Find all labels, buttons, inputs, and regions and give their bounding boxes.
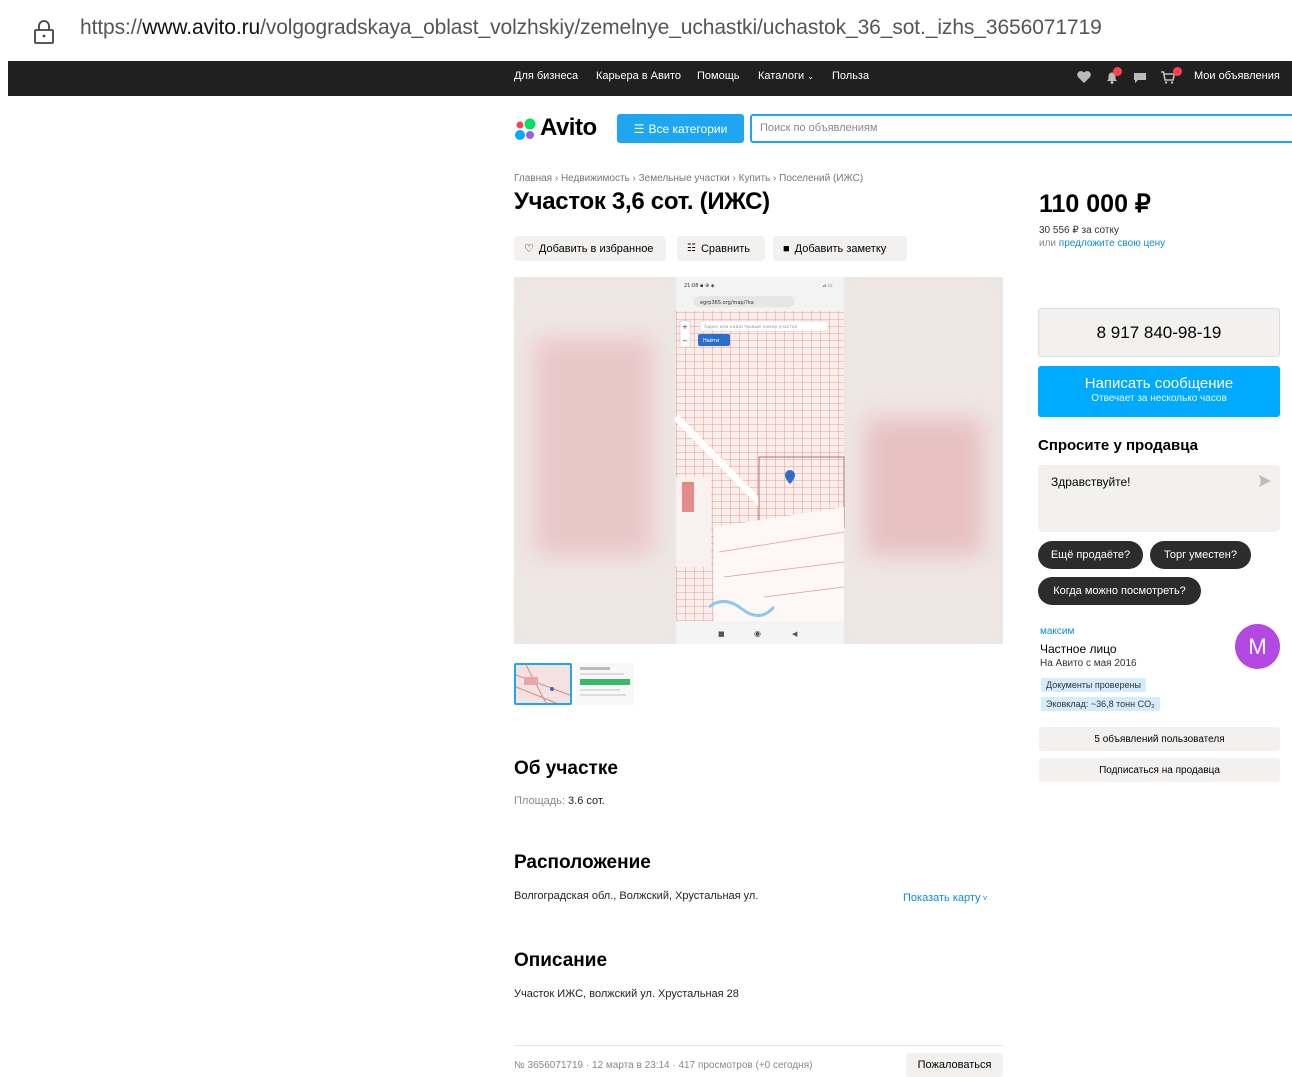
eco-badge: Эковклад: ~36,8 тонн CO₂: [1041, 697, 1160, 711]
nav-catalogs[interactable]: Каталоги ⌄: [758, 70, 814, 82]
subscribe-seller-button[interactable]: Подписаться на продавца: [1039, 758, 1280, 782]
show-map-label: Показать карту: [903, 892, 981, 904]
chevron-down-icon: ˅: [980, 894, 988, 903]
area-value: 3.6 сот.: [568, 795, 605, 807]
map-screenshot-image: 21:08 ▪ ⊕ ◈ ⊿ ▭ egrp365.org/map/?ka Адре…: [514, 277, 1003, 644]
svg-text:egrp365.org/map/?ka: egrp365.org/map/?ka: [700, 300, 754, 306]
notification-badge: [1113, 67, 1122, 76]
add-note-label: Добавить заметку: [794, 242, 887, 255]
svg-text:■: ■: [718, 630, 725, 638]
gallery-thumbnail[interactable]: [514, 663, 572, 705]
add-note-button[interactable]: ■ Добавить заметку: [773, 236, 907, 261]
compare-icon: ☷: [687, 243, 696, 254]
categories-icon: ☰: [633, 121, 645, 136]
url-prefix: https://: [80, 16, 143, 39]
description-title: Описание: [514, 950, 608, 971]
gallery-thumbnail[interactable]: [576, 663, 634, 705]
cart-badge: [1173, 67, 1182, 76]
write-message-label: Написать сообщение: [1084, 375, 1234, 392]
add-favorite-label: Добавить в избранное: [538, 242, 654, 255]
area-row: Площадь: 3.6 сот.: [514, 795, 605, 807]
page-title: Участок 3,6 сот. (ИЖС): [514, 188, 770, 215]
nav-help[interactable]: Помощь: [697, 70, 740, 82]
send-icon[interactable]: [1258, 474, 1272, 488]
search-placeholder: Поиск по объявлениям: [760, 122, 878, 134]
my-ads-link[interactable]: Мои объявления: [1194, 70, 1280, 82]
offer-price-row: или предложите свою цену: [1039, 238, 1165, 249]
breadcrumb[interactable]: Главная › Недвижимость › Земельные участ…: [514, 173, 863, 184]
nav-business[interactable]: Для бизнеса: [514, 70, 578, 82]
add-favorite-button[interactable]: ♡ Добавить в избранное: [514, 236, 666, 261]
svg-text:◀: ◀: [792, 630, 798, 638]
url-path: /volgogradskaya_oblast_volzhskiy/zemelny…: [260, 16, 1102, 39]
offer-price-link[interactable]: предложите свою цену: [1059, 238, 1165, 249]
address-url[interactable]: https://www.avito.ru/volgogradskaya_obla…: [80, 16, 1102, 40]
document-thumbnail-image: [576, 663, 634, 705]
divider: [514, 1045, 1003, 1046]
docs-verified-badge: Документы проверены: [1041, 678, 1146, 692]
quick-question-bargain[interactable]: Торг уместен?: [1150, 541, 1251, 569]
chevron-down-icon: ⌄: [807, 72, 814, 81]
svg-text:+: +: [682, 323, 688, 331]
svg-text:◉: ◉: [754, 629, 761, 638]
avatar[interactable]: М: [1235, 624, 1280, 669]
heart-icon[interactable]: [1076, 69, 1092, 85]
location-title: Расположение: [514, 852, 651, 873]
seller-since: На Авито с мая 2016: [1040, 658, 1137, 669]
user-ads-button[interactable]: 5 объявлений пользователя: [1039, 727, 1280, 751]
lock-icon[interactable]: [32, 19, 56, 45]
area-label: Площадь:: [514, 795, 565, 807]
phone-button[interactable]: 8 917 840-98-19: [1038, 308, 1280, 357]
price: 110 000 ₽: [1039, 190, 1151, 218]
map-find-button: Найти: [703, 337, 719, 344]
about-title: Об участке: [514, 758, 618, 779]
nav-benefit[interactable]: Польза: [832, 70, 869, 82]
heart-outline-icon: ♡: [524, 243, 534, 255]
quick-question-viewing[interactable]: Когда можно посмотреть?: [1038, 577, 1201, 605]
location-address: Волгоградская обл., Волжский, Хрустальна…: [514, 890, 759, 902]
map-search-hint: Адрес или кадастровый номер участка: [704, 323, 798, 330]
svg-text:21:08 ▪ ⊕ ◈: 21:08 ▪ ⊕ ◈: [684, 283, 715, 289]
quick-question-still-selling[interactable]: Ещё продаёте?: [1038, 541, 1143, 569]
all-categories-button[interactable]: ☰ Все категории: [617, 114, 744, 143]
all-categories-label: Все категории: [648, 121, 728, 136]
ask-seller-title: Спросите у продавца: [1038, 437, 1198, 454]
nav-catalogs-label: Каталоги: [758, 70, 805, 82]
report-button[interactable]: Пожаловаться: [906, 1053, 1003, 1077]
description-text: Участок ИЖС, волжский ул. Хрустальная 28: [514, 988, 739, 1000]
url-domain: www.avito.ru: [142, 16, 261, 39]
compare-button[interactable]: ☷ Сравнить: [677, 236, 765, 261]
avito-logo-text[interactable]: Avito: [540, 114, 597, 142]
offer-prefix: или: [1039, 238, 1057, 249]
nav-career[interactable]: Карьера в Авито: [596, 70, 681, 82]
price-per-sotka: 30 556 ₽ за сотку: [1039, 225, 1119, 236]
svg-text:⊿ ▭: ⊿ ▭: [822, 283, 833, 289]
seller-type: Частное лицо: [1040, 642, 1117, 656]
search-input[interactable]: Поиск по объявлениям: [750, 114, 1292, 143]
photo-gallery[interactable]: 21:08 ▪ ⊕ ◈ ⊿ ▭ egrp365.org/map/?ka Адре…: [514, 277, 1003, 644]
svg-text:−: −: [682, 337, 688, 345]
ask-seller-input[interactable]: Здравствуйте!: [1038, 465, 1280, 532]
write-message-button[interactable]: Написать сообщение Отвечает за несколько…: [1038, 366, 1280, 417]
compare-label: Сравнить: [700, 242, 750, 255]
note-icon: ■: [783, 242, 790, 255]
response-time: Отвечает за несколько часов: [1091, 393, 1227, 404]
map-thumbnail-image: [516, 665, 570, 703]
show-map-link[interactable]: Показать карту ˅: [903, 892, 987, 904]
avito-logo-icon[interactable]: [514, 117, 538, 141]
listing-meta: № 3656071719 · 12 марта в 23:14 · 417 пр…: [514, 1060, 813, 1071]
chat-icon[interactable]: [1132, 69, 1148, 85]
seller-name-link[interactable]: максим: [1040, 626, 1074, 637]
